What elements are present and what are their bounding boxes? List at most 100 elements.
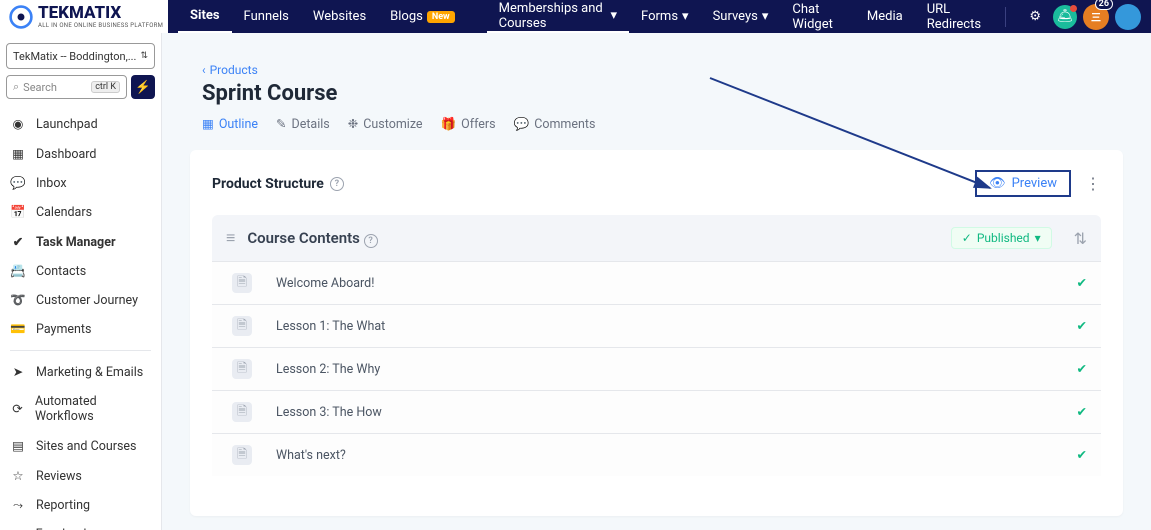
lesson-title: Lesson 1: The What — [276, 319, 385, 334]
nav-memberships[interactable]: Memberships and Courses▾ — [487, 0, 629, 33]
palette-icon: ❉ — [348, 116, 358, 132]
sidebar-item-dashboard[interactable]: ▦Dashboard — [0, 139, 161, 169]
sidebar-item-calendars[interactable]: 📅Calendars — [0, 198, 161, 227]
sidebar-item-reviews[interactable]: ☆Reviews — [0, 461, 161, 491]
sidebar-item-payments[interactable]: 💳Payments — [0, 315, 161, 344]
nav-redirects[interactable]: URL Redirects — [915, 2, 997, 32]
account-selector[interactable]: TekMatix -- Boddington,... ⇅ — [6, 43, 155, 69]
chevron-down-icon: ▾ — [611, 8, 618, 23]
sidebar-item-inbox[interactable]: 💬Inbox — [0, 169, 161, 198]
check-circle-icon: ✔ — [1077, 318, 1087, 334]
sidebar-item-workflows[interactable]: ⟳Automated Workflows — [0, 387, 161, 431]
card-icon: 💳 — [10, 322, 26, 337]
check-circle-icon: ✔ — [1077, 447, 1087, 463]
workflow-icon: ⟳ — [10, 401, 25, 417]
document-icon: 🗎 — [232, 402, 252, 422]
more-menu[interactable]: ⋮ — [1085, 174, 1101, 193]
check-circle-icon: ✔ — [1077, 361, 1087, 377]
chevron-down-icon: ▾ — [682, 9, 689, 24]
tab-outline[interactable]: ▦Outline — [202, 116, 258, 132]
lesson-row[interactable]: 🗎 Lesson 1: The What ✔ — [212, 304, 1101, 347]
nav-chat[interactable]: Chat Widget — [780, 2, 855, 32]
chevron-down-icon: ▾ — [762, 9, 769, 24]
contents-title: Course Contents ? — [247, 229, 377, 248]
updown-icon: ⇅ — [140, 51, 148, 61]
pencil-icon: ✎ — [276, 116, 286, 132]
sidebar-item-tasks[interactable]: ✔Task Manager — [0, 227, 161, 257]
product-structure-card: Product Structure? 👁Preview ⋮ ≡ Course C… — [190, 150, 1123, 516]
search-icon: ⌕ — [13, 80, 19, 94]
send-icon: ➤ — [10, 364, 26, 380]
document-icon: 🗎 — [232, 273, 252, 293]
sites-icon: ▤ — [10, 438, 26, 454]
nav-forms[interactable]: Forms▾ — [629, 9, 701, 24]
contacts-icon: 📇 — [10, 264, 26, 279]
sidebar-item-launchpad[interactable]: ◉Launchpad — [0, 109, 161, 139]
lesson-row[interactable]: 🗎 What's next? ✔ — [212, 433, 1101, 476]
sidebar-item-contacts[interactable]: 📇Contacts — [0, 257, 161, 286]
tabs: ▦Outline ✎Details ❉Customize 🎁Offers 💬Co… — [202, 116, 1151, 132]
eye-icon: 👁 — [989, 176, 1006, 191]
search-kbd: ctrl K — [91, 81, 120, 93]
document-icon: 🗎 — [232, 445, 252, 465]
grid-icon: ▦ — [10, 146, 26, 162]
drag-icon[interactable]: ≡ — [226, 228, 235, 248]
sidebar-item-sites[interactable]: ▤Sites and Courses — [0, 431, 161, 461]
top-nav: Sites Funnels Websites BlogsNew Membersh… — [168, 0, 1151, 33]
lesson-row[interactable]: 🗎 Welcome Aboard! ✔ — [212, 261, 1101, 304]
brand-name: TEKMATIX — [38, 5, 163, 22]
gear-icon[interactable]: ⚙ — [1017, 9, 1053, 24]
check-circle-icon: ✔ — [1077, 275, 1087, 291]
help-icon[interactable]: ? — [364, 234, 378, 248]
nav-surveys[interactable]: Surveys▾ — [701, 9, 781, 24]
lightning-icon: ⚡ — [135, 80, 151, 95]
published-status[interactable]: ✓Published▾ — [951, 227, 1052, 249]
new-badge: New — [427, 11, 455, 23]
sort-icon[interactable]: ⇅ — [1074, 229, 1087, 248]
main-content: ‹Products Sprint Course ▦Outline ✎Detail… — [162, 33, 1151, 530]
sidebar-item-marketing[interactable]: ➤Marketing & Emails — [0, 357, 161, 387]
search-input[interactable]: ⌕Search ctrl K — [6, 75, 127, 99]
nav-media[interactable]: Media — [855, 9, 915, 24]
course-contents: ≡ Course Contents ? ✓Published▾ ⇅ 🗎 Welco… — [212, 215, 1101, 476]
page-title: Sprint Course — [202, 81, 1151, 106]
account-name: TekMatix -- Boddington,... — [13, 50, 136, 63]
lesson-title: Lesson 2: The Why — [276, 362, 380, 377]
lesson-row[interactable]: 🗎 Lesson 2: The Why ✔ — [212, 347, 1101, 390]
nav-sites[interactable]: Sites — [178, 0, 232, 33]
nav-funnels[interactable]: Funnels — [232, 9, 301, 24]
lesson-title: Welcome Aboard! — [276, 276, 374, 291]
nav-divider — [1005, 7, 1006, 27]
breadcrumb[interactable]: ‹Products — [202, 63, 1151, 77]
help-icon[interactable]: ? — [330, 177, 344, 191]
star-icon: ☆ — [10, 468, 26, 484]
lesson-row[interactable]: 🗎Lesson 3: The How✔ — [212, 390, 1101, 433]
notification-bell[interactable]: 🛎 — [1053, 5, 1077, 29]
tab-customize[interactable]: ❉Customize — [348, 116, 423, 132]
lesson-title: What's next? — [276, 448, 346, 463]
comment-icon: 💬 — [514, 117, 530, 132]
nav-blogs[interactable]: BlogsNew — [378, 9, 467, 24]
sidebar: TekMatix -- Boddington,... ⇅ ⌕Search ctr… — [0, 33, 162, 530]
preview-button[interactable]: 👁Preview — [975, 170, 1071, 197]
nav-websites[interactable]: Websites — [301, 9, 378, 24]
document-icon: 🗎 — [232, 359, 252, 379]
lesson-title: Lesson 3: The How — [276, 405, 382, 420]
tab-comments[interactable]: 💬Comments — [514, 116, 596, 132]
brand-logo[interactable]: TEKMATIX ALL IN ONE ONLINE BUSINESS PLAT… — [0, 0, 168, 33]
chevron-left-icon: ‹ — [202, 63, 206, 77]
quick-add-button[interactable]: ⚡ — [131, 75, 155, 99]
tab-details[interactable]: ✎Details — [276, 116, 330, 132]
gauge-icon: ◉ — [10, 116, 26, 132]
sidebar-item-facebook[interactable]: 👥Facebook Community G... — [0, 520, 161, 530]
chevron-down-icon: ▾ — [1035, 231, 1041, 245]
notification-counter[interactable]: 三26 — [1083, 4, 1109, 30]
brand-tagline: ALL IN ONE ONLINE BUSINESS PLATFORM — [38, 22, 163, 29]
sidebar-item-reporting[interactable]: ⤳Reporting — [0, 491, 161, 520]
sidebar-item-journey[interactable]: ➰Customer Journey — [0, 286, 161, 315]
product-structure-title: Product Structure? — [212, 176, 344, 192]
avatar[interactable] — [1115, 4, 1141, 30]
tab-offers[interactable]: 🎁Offers — [441, 116, 496, 132]
calendar-icon: 📅 — [10, 205, 26, 220]
document-icon: 🗎 — [232, 316, 252, 336]
